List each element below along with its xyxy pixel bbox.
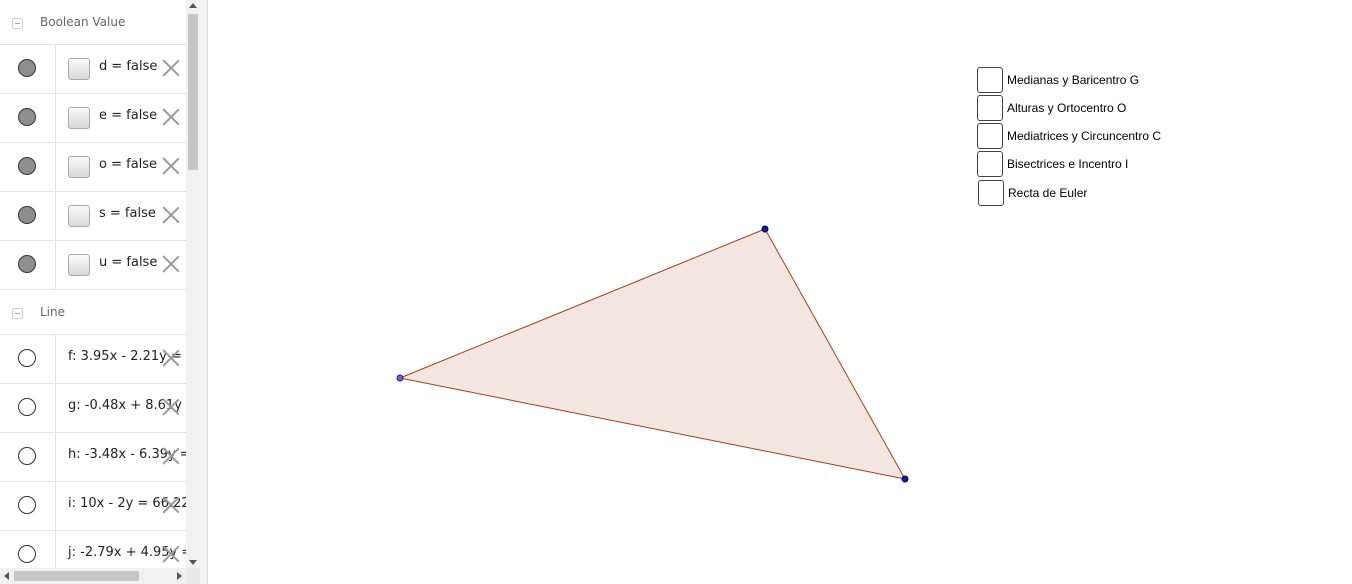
visibility-cell[interactable]: [0, 94, 56, 142]
scrollbar-corner: [186, 568, 200, 584]
algebra-row-j[interactable]: j: -2.79x + 4.95y =: [0, 531, 186, 568]
delete-icon[interactable]: [161, 156, 181, 176]
triangle-vertex[interactable]: [761, 225, 769, 233]
triangle-vertex[interactable]: [901, 475, 909, 483]
delete-icon[interactable]: [161, 397, 181, 417]
visibility-toggle-icon[interactable]: [18, 447, 36, 465]
horizontal-scrollbar[interactable]: [0, 568, 186, 584]
checkbox-box[interactable]: [978, 180, 1004, 206]
algebra-expression[interactable]: u = false: [99, 255, 157, 270]
algebra-row-d[interactable]: d = false: [0, 45, 186, 94]
algebra-row-e[interactable]: e = false: [0, 94, 186, 143]
visibility-cell[interactable]: [0, 482, 56, 530]
delete-icon[interactable]: [161, 205, 181, 225]
boolean-checkbox[interactable]: [68, 58, 90, 80]
delete-icon[interactable]: [161, 58, 181, 78]
algebra-row-i[interactable]: i: 10x - 2y = 66.22: [0, 482, 186, 531]
view-splitter[interactable]: [200, 0, 208, 584]
visibility-toggle-icon[interactable]: [18, 545, 36, 563]
triangle-vertex[interactable]: [396, 374, 404, 382]
vertical-scrollbar[interactable]: [186, 0, 200, 568]
visibility-toggle-icon[interactable]: [18, 59, 36, 77]
visibility-cell[interactable]: [0, 433, 56, 481]
visibility-toggle-icon[interactable]: [18, 349, 36, 367]
group-header-boolean[interactable]: Boolean Value: [0, 0, 186, 45]
group-header-line[interactable]: Line: [0, 290, 186, 335]
delete-icon[interactable]: [161, 446, 181, 466]
boolean-checkbox[interactable]: [68, 156, 90, 178]
delete-icon[interactable]: [161, 254, 181, 274]
visibility-cell[interactable]: [0, 241, 56, 289]
checkbox-label[interactable]: Bisectrices e Incentro I: [1007, 157, 1128, 171]
scroll-down-arrow-icon[interactable]: [189, 560, 197, 565]
visibility-cell[interactable]: [0, 335, 56, 383]
visibility-toggle-icon[interactable]: [18, 108, 36, 126]
group-title: Boolean Value: [40, 15, 126, 29]
algebra-expression[interactable]: d = false: [99, 59, 157, 74]
checkbox-box[interactable]: [977, 123, 1003, 149]
checkbox-label[interactable]: Alturas y Ortocentro O: [1007, 101, 1126, 115]
checkbox-box[interactable]: [977, 67, 1003, 93]
algebra-row-o[interactable]: o = false: [0, 143, 186, 192]
algebra-row-g[interactable]: g: -0.48x + 8.61y =: [0, 384, 186, 433]
algebra-row-h[interactable]: h: -3.48x - 6.39y =: [0, 433, 186, 482]
scroll-up-arrow-icon[interactable]: [189, 3, 197, 8]
algebra-view: Boolean Value d = false e = false o = fa…: [0, 0, 201, 584]
algebra-list: Boolean Value d = false e = false o = fa…: [0, 0, 186, 568]
delete-icon[interactable]: [161, 348, 181, 368]
visibility-toggle-icon[interactable]: [18, 398, 36, 416]
delete-icon[interactable]: [161, 107, 181, 127]
visibility-toggle-icon[interactable]: [18, 255, 36, 273]
checkbox-label[interactable]: Recta de Euler: [1008, 186, 1087, 200]
visibility-toggle-icon[interactable]: [18, 206, 36, 224]
visibility-cell[interactable]: [0, 45, 56, 93]
visibility-cell[interactable]: [0, 531, 56, 568]
boolean-checkbox[interactable]: [68, 254, 90, 276]
checkbox-box[interactable]: [977, 151, 1003, 177]
scroll-right-arrow-icon[interactable]: [177, 572, 182, 580]
visibility-cell[interactable]: [0, 384, 56, 432]
scrollbar-thumb[interactable]: [188, 14, 198, 170]
algebra-row-s[interactable]: s = false: [0, 192, 186, 241]
geometry-canvas[interactable]: [208, 0, 1352, 584]
group-title: Line: [40, 305, 66, 319]
boolean-checkbox[interactable]: [68, 107, 90, 129]
checkbox-label[interactable]: Medianas y Baricentro G: [1007, 73, 1139, 87]
algebra-row-u[interactable]: u = false: [0, 241, 186, 290]
scrollbar-thumb[interactable]: [14, 571, 139, 581]
checkbox-label[interactable]: Mediatrices y Circuncentro C: [1007, 129, 1161, 143]
visibility-toggle-icon[interactable]: [18, 157, 36, 175]
checkbox-box[interactable]: [977, 95, 1003, 121]
triangle-polygon[interactable]: [400, 229, 905, 479]
visibility-cell[interactable]: [0, 192, 56, 240]
visibility-toggle-icon[interactable]: [18, 496, 36, 514]
algebra-expression[interactable]: s = false: [99, 206, 156, 221]
collapse-icon[interactable]: [12, 308, 23, 319]
algebra-row-f[interactable]: f: 3.95x - 2.21y = 2: [0, 335, 186, 384]
scroll-left-arrow-icon[interactable]: [4, 572, 9, 580]
graphics-view[interactable]: Medianas y Baricentro G Alturas y Ortoce…: [208, 0, 1352, 584]
delete-icon[interactable]: [161, 544, 181, 564]
delete-icon[interactable]: [161, 495, 181, 515]
algebra-expression[interactable]: o = false: [99, 157, 157, 172]
visibility-cell[interactable]: [0, 143, 56, 191]
algebra-expression[interactable]: e = false: [99, 108, 157, 123]
collapse-icon[interactable]: [12, 18, 23, 29]
boolean-checkbox[interactable]: [68, 205, 90, 227]
